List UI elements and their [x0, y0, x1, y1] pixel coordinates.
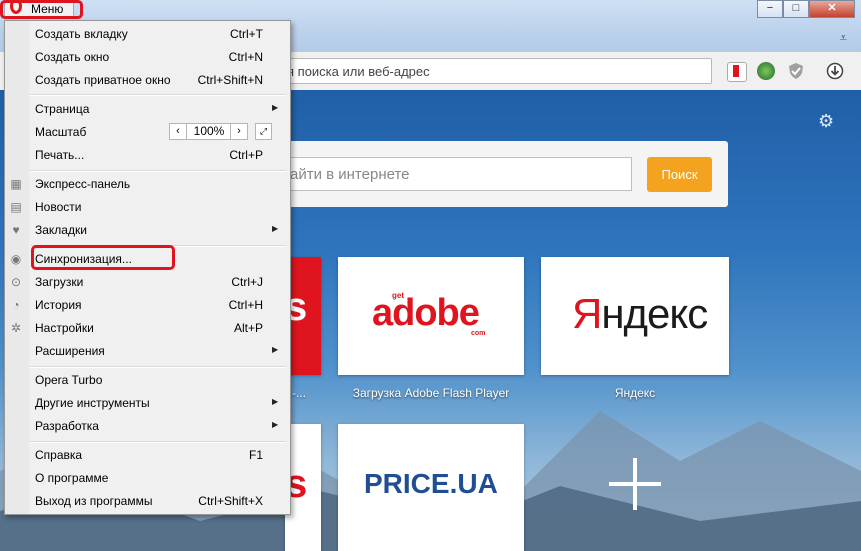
menu-item-news[interactable]: Новости — [35, 200, 81, 214]
tile-label-yandex: Яндекс — [614, 386, 656, 400]
minimize-button[interactable]: − — [757, 0, 783, 18]
zoom-in-button[interactable]: › — [230, 124, 247, 139]
menu-button-label: Меню — [31, 2, 64, 16]
zoom-control: ‹ 100% › — [169, 123, 248, 140]
heart-icon: ♥ — [12, 223, 20, 237]
yandex-logo: Яндекс — [572, 290, 708, 337]
menu-item-developer[interactable]: Разработка — [35, 419, 99, 433]
adobe-logo-com: com — [471, 330, 486, 337]
menu-separator — [30, 441, 286, 443]
download-icon[interactable] — [826, 62, 844, 80]
menu-separator — [30, 170, 286, 172]
news-icon: ▤ — [10, 200, 22, 214]
menu-item-other-tools[interactable]: Другие инструменты — [35, 396, 150, 410]
menu-icon-gutter — [5, 21, 29, 514]
menu-item-zoom: Масштаб — [35, 125, 87, 139]
opera-menu-button[interactable]: Меню — [4, 0, 74, 19]
shortcut-help: F1 — [248, 448, 263, 462]
shortcut-history: Ctrl+H — [228, 298, 263, 312]
tile-label-adobe: Загрузка Adobe Flash Player — [352, 386, 510, 400]
menu-separator — [30, 94, 286, 96]
menu-separator — [30, 366, 286, 368]
shortcut-settings: Alt+P — [233, 321, 263, 335]
shortcut-exit: Ctrl+Shift+X — [198, 494, 263, 508]
menu-item-opera-turbo[interactable]: Opera Turbo — [35, 373, 102, 387]
fullscreen-icon[interactable]: ⤢ — [255, 123, 272, 140]
menu-item-page[interactable]: Страница — [35, 102, 89, 116]
submenu-arrow-icon: ▶ — [272, 397, 279, 406]
submenu-arrow-icon: ▶ — [272, 103, 279, 112]
bookmark-icon[interactable] — [727, 62, 747, 82]
globe-icon[interactable] — [757, 62, 775, 80]
submenu-arrow-icon: ▶ — [272, 420, 279, 429]
zoom-out-button[interactable]: ‹ — [170, 124, 187, 139]
adobe-logo: adobe — [372, 292, 480, 334]
gear-icon[interactable]: ⚙ — [818, 111, 834, 132]
shortcut-private-window: Ctrl+Shift+N — [197, 73, 263, 87]
shortcut-new-window: Ctrl+N — [228, 50, 263, 64]
address-bar-placeholder: я поиска или веб-адрес — [287, 64, 430, 79]
search-button[interactable]: Поиск — [647, 157, 712, 192]
submenu-arrow-icon: ▶ — [272, 224, 279, 233]
price-ua-logo: PRICE.UA — [364, 468, 498, 499]
close-button[interactable]: ✕ — [809, 0, 855, 18]
vpn-shield-icon[interactable] — [787, 62, 805, 80]
submenu-arrow-icon: ▶ — [272, 345, 279, 354]
menu-item-bookmarks[interactable]: Закладки — [35, 223, 87, 237]
menu-item-speed-dial[interactable]: Экспресс-панель — [35, 177, 130, 191]
menu-item-about[interactable]: О программе — [35, 471, 108, 485]
shortcut-print: Ctrl+P — [229, 148, 263, 162]
speed-dial-icon: ▦ — [10, 177, 22, 191]
shortcut-downloads: Ctrl+J — [231, 275, 263, 289]
menu-item-extensions[interactable]: Расширения — [35, 344, 105, 358]
tile-label-partial: l -... — [286, 386, 306, 400]
opera-logo-icon — [10, 0, 22, 14]
search-placeholder: айти в интернете — [290, 166, 410, 183]
tabs-menu-icon[interactable]: ⩡ — [840, 30, 847, 46]
maximize-button[interactable]: □ — [783, 0, 809, 18]
zoom-value: 100% — [193, 124, 225, 138]
add-tile-icon-bar[interactable] — [609, 482, 661, 486]
menu-item-sync[interactable]: Синхронизация... — [35, 252, 132, 266]
sync-icon: ◉ — [10, 252, 22, 266]
shortcut-new-tab: Ctrl+T — [230, 27, 263, 41]
menu-separator — [30, 245, 286, 247]
